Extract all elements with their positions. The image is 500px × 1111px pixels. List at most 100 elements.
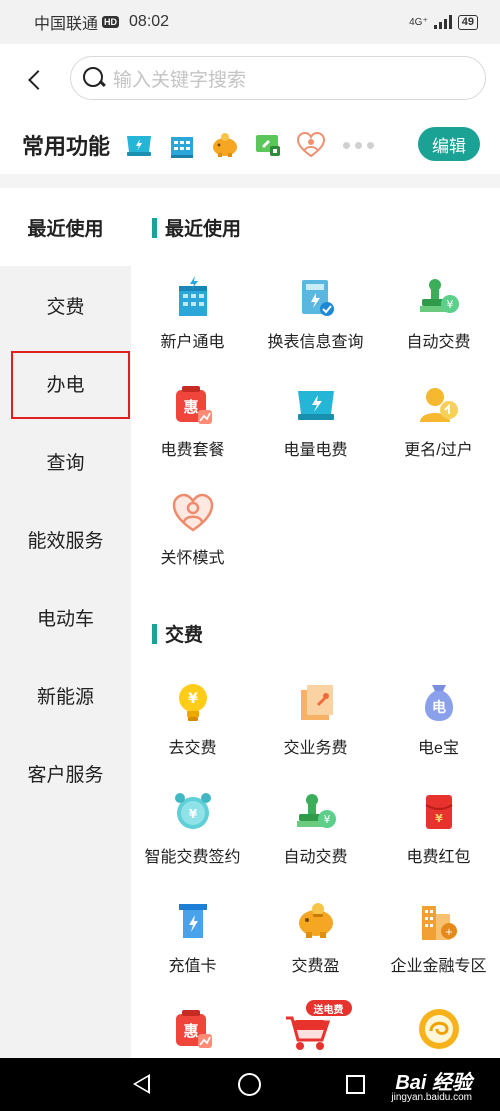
function-item[interactable] xyxy=(377,1006,500,1052)
carrier-group: 中国联通 HD 08:02 xyxy=(34,10,169,34)
battery-icon: 49 xyxy=(457,14,478,30)
function-item[interactable]: 新户通电 xyxy=(131,274,254,352)
function-label: 交费盈 xyxy=(291,958,340,975)
function-item[interactable]: 电 电e宝 xyxy=(377,680,500,758)
recharge-card-icon xyxy=(170,898,216,944)
section-title-payment: 交费 xyxy=(152,620,203,647)
piggy-bank-icon[interactable] xyxy=(210,130,240,160)
discount-bag-icon: 惠 xyxy=(170,1006,216,1052)
svg-text:¥: ¥ xyxy=(323,813,330,826)
svg-text:¥: ¥ xyxy=(188,807,197,821)
svg-text:惠: 惠 xyxy=(183,1022,198,1040)
function-item[interactable]: 电量电费 xyxy=(254,382,377,460)
piggy-bank-icon xyxy=(293,898,339,944)
nav-recent-apps-icon[interactable] xyxy=(346,1075,365,1094)
clock: 08:02 xyxy=(129,13,170,30)
search-input[interactable]: 输入关键字搜索 xyxy=(70,56,486,100)
network-type: 4G⁺ xyxy=(409,16,428,28)
search-icon xyxy=(83,67,105,89)
function-item[interactable]: 惠 xyxy=(131,1006,254,1052)
sidebar-item-recent[interactable]: 最近使用 xyxy=(0,188,131,266)
highlight-annotation-box xyxy=(11,351,130,419)
function-item[interactable]: ¥ 自动交费 xyxy=(377,274,500,352)
function-item[interactable]: 交费盈 xyxy=(254,898,377,976)
function-label: 交业务费 xyxy=(283,740,348,757)
function-label: 自动交费 xyxy=(283,849,348,866)
category-sidebar: 最近使用 交费 办电 查询 能效服务 电动车 新能源 客户服务 xyxy=(0,188,131,1058)
stamp-coin-icon: ¥ xyxy=(293,789,339,835)
sidebar-item-payment[interactable]: 交费 xyxy=(0,266,131,344)
function-item[interactable]: ¥ 自动交费 xyxy=(254,789,377,867)
red-envelope-icon: ¥ xyxy=(416,789,462,835)
document-pin-icon xyxy=(293,680,339,726)
heart-care-icon[interactable] xyxy=(296,130,326,160)
function-item[interactable]: ¥ 电费红包 xyxy=(377,789,500,867)
function-item[interactable]: 换表信息查询 xyxy=(254,274,377,352)
function-item[interactable]: ¥ 智能交费签约 xyxy=(131,789,254,867)
nav-home-icon[interactable] xyxy=(238,1073,261,1096)
svg-text:¥: ¥ xyxy=(446,298,453,311)
watermark-url: jingyan.baidu.com xyxy=(391,1092,472,1103)
back-button[interactable] xyxy=(0,44,70,116)
function-content: 最近使用 新户通电 换表信息查询 ¥ 自动交费 惠 电费套餐 电量电费 更名/过… xyxy=(131,188,500,1058)
meter-check-icon xyxy=(293,274,339,320)
function-label: 充值卡 xyxy=(168,958,217,975)
svg-text:电: 电 xyxy=(432,699,446,716)
battery-level: 49 xyxy=(461,15,474,28)
function-item[interactable]: 更名/过户 xyxy=(377,382,500,460)
edit-button[interactable]: 编辑 xyxy=(418,127,480,161)
svg-text:¥: ¥ xyxy=(435,812,443,825)
sidebar-item-ev[interactable]: 电动车 xyxy=(0,578,131,656)
back-arrow-icon xyxy=(28,70,48,90)
svg-text:惠: 惠 xyxy=(183,398,198,416)
system-nav-bar: Bai 经验 jingyan.baidu.com xyxy=(0,1058,500,1111)
user-transfer-icon xyxy=(416,382,462,428)
function-label: 换表信息查询 xyxy=(267,334,364,351)
gold-coin-icon xyxy=(416,1006,462,1052)
stamp-coin-icon: ¥ xyxy=(416,274,462,320)
function-label: 更名/过户 xyxy=(404,442,473,459)
status-bar: 中国联通 HD 08:02 4G⁺ 49 xyxy=(0,0,500,44)
function-item[interactable]: 惠 电费套餐 xyxy=(131,382,254,460)
building-icon xyxy=(170,274,216,320)
sidebar-item-energy-service[interactable]: 能效服务 xyxy=(0,500,131,578)
svg-text:¥: ¥ xyxy=(188,691,198,707)
screen-power-icon xyxy=(293,382,339,428)
screen-power-icon[interactable] xyxy=(124,130,154,160)
sidebar-item-new-energy[interactable]: 新能源 xyxy=(0,656,131,734)
function-item[interactable]: 送电费 xyxy=(254,1000,377,1052)
function-label: 关怀模式 xyxy=(160,550,225,567)
svg-text:+: + xyxy=(444,927,452,938)
payment-card-icon[interactable] xyxy=(253,130,283,160)
function-label: 新户通电 xyxy=(160,334,225,351)
common-functions-title: 常用功能 xyxy=(22,134,111,159)
function-label: 企业金融专区 xyxy=(390,958,487,975)
alarm-clock-icon: ¥ xyxy=(170,789,216,835)
common-functions-bar: 常用功能 编辑 xyxy=(0,116,500,174)
signal-icon xyxy=(433,15,452,29)
function-item[interactable]: ¥ 去交费 xyxy=(131,680,254,758)
building-icon[interactable] xyxy=(167,130,197,160)
function-label: 智能交费签约 xyxy=(144,849,241,866)
function-item[interactable]: 交业务费 xyxy=(254,680,377,758)
more-dots-icon[interactable] xyxy=(343,141,375,149)
section-title-recent: 最近使用 xyxy=(152,214,241,241)
sidebar-item-query[interactable]: 查询 xyxy=(0,422,131,500)
function-label: 去交费 xyxy=(168,740,217,757)
sidebar-item-customer-service[interactable]: 客户服务 xyxy=(0,734,131,812)
shopping-cart-icon: 送电费 xyxy=(278,1000,354,1052)
function-label: 电费红包 xyxy=(406,849,471,866)
function-label: 电费套餐 xyxy=(160,442,225,459)
watermark-logo: Bai 经验 xyxy=(395,1072,472,1094)
status-indicators: 4G⁺ 49 xyxy=(409,14,478,30)
heart-care-icon xyxy=(170,490,216,536)
function-item[interactable]: 关怀模式 xyxy=(131,490,254,568)
function-item[interactable]: 充值卡 xyxy=(131,898,254,976)
function-label: 电量电费 xyxy=(283,442,348,459)
money-bag-icon: 电 xyxy=(416,680,462,726)
carrier-name: 中国联通 xyxy=(34,16,99,33)
function-item[interactable]: + 企业金融专区 xyxy=(377,898,500,976)
nav-back-icon[interactable] xyxy=(133,1074,150,1094)
search-placeholder: 输入关键字搜索 xyxy=(113,69,247,91)
search-header: 输入关键字搜索 xyxy=(0,44,500,116)
